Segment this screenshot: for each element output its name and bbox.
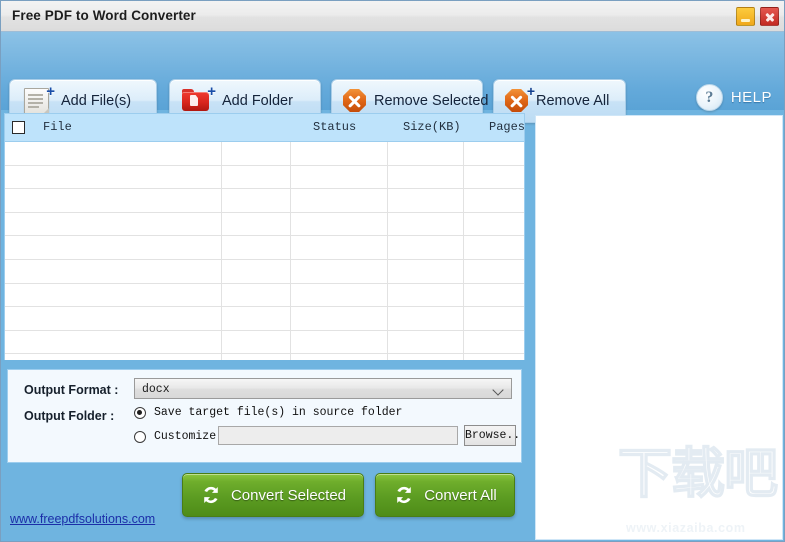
remove-selected-label: Remove Selected xyxy=(374,93,488,109)
remove-all-label: Remove All xyxy=(536,93,609,109)
table-row[interactable] xyxy=(5,284,524,308)
add-folder-label: Add Folder xyxy=(222,93,293,109)
website-link[interactable]: www.freepdfsolutions.com xyxy=(10,512,155,526)
remove-icon xyxy=(343,89,367,113)
column-header-status: Status xyxy=(313,120,356,134)
convert-all-button[interactable]: Convert All xyxy=(375,473,515,517)
select-all-checkbox[interactable] xyxy=(12,121,25,134)
column-header-size: Size(KB) xyxy=(403,120,461,134)
output-format-select[interactable]: docx xyxy=(134,378,512,399)
table-row[interactable] xyxy=(5,189,524,213)
close-icon[interactable] xyxy=(760,7,779,26)
file-list-panel: File Status Size(KB) Pages xyxy=(4,113,525,360)
table-row[interactable] xyxy=(5,166,524,190)
table-row[interactable] xyxy=(5,142,524,166)
radio-source-folder[interactable] xyxy=(134,407,146,419)
document-add-icon: + xyxy=(24,86,50,116)
remove-all-icon: + xyxy=(505,89,529,113)
help-button[interactable]: ? HELP xyxy=(696,84,772,111)
browse-button[interactable]: Browse.. xyxy=(464,425,516,446)
table-row[interactable] xyxy=(5,236,524,260)
window-controls xyxy=(736,7,779,26)
application-window: Free PDF to Word Converter + Add File(s)… xyxy=(0,0,785,542)
customize-path-input[interactable] xyxy=(218,426,458,445)
file-list-header: File Status Size(KB) Pages xyxy=(5,114,524,142)
convert-all-label: Convert All xyxy=(424,487,497,504)
column-header-pages: Pages xyxy=(489,120,525,134)
toolbar: + Add File(s) + Add Folder Remove Select… xyxy=(1,32,785,110)
radio-customize-label: Customize xyxy=(154,430,216,443)
output-folder-label: Output Folder : xyxy=(24,409,114,423)
output-format-value: docx xyxy=(142,383,170,396)
table-row[interactable] xyxy=(5,213,524,237)
table-row[interactable] xyxy=(5,307,524,331)
chevron-down-icon xyxy=(494,386,503,392)
radio-customize[interactable] xyxy=(134,431,146,443)
title-bar: Free PDF to Word Converter xyxy=(1,1,785,32)
output-format-label: Output Format : xyxy=(24,383,118,397)
column-header-file: File xyxy=(43,120,72,134)
output-folder-source-option[interactable]: Save target file(s) in source folder xyxy=(134,406,402,419)
help-label: HELP xyxy=(731,89,772,106)
add-files-label: Add File(s) xyxy=(61,93,131,109)
question-mark-icon: ? xyxy=(696,84,723,111)
convert-selected-label: Convert Selected xyxy=(231,487,346,504)
output-folder-customize-option[interactable]: Customize xyxy=(134,430,216,443)
column-divider xyxy=(387,142,388,360)
file-list-body[interactable] xyxy=(5,142,524,360)
table-row[interactable] xyxy=(5,331,524,355)
convert-refresh-icon xyxy=(393,484,415,506)
preview-pane[interactable] xyxy=(535,115,783,540)
output-settings-panel: Output Format : docx Output Folder : Sav… xyxy=(7,369,522,463)
folder-add-icon: + xyxy=(182,87,212,115)
window-title: Free PDF to Word Converter xyxy=(12,8,196,23)
radio-source-folder-label: Save target file(s) in source folder xyxy=(154,406,402,419)
convert-selected-button[interactable]: Convert Selected xyxy=(182,473,364,517)
minimize-button[interactable] xyxy=(736,7,755,26)
table-row[interactable] xyxy=(5,260,524,284)
column-divider xyxy=(290,142,291,360)
column-divider xyxy=(221,142,222,360)
convert-refresh-icon xyxy=(200,484,222,506)
column-divider xyxy=(463,142,464,360)
